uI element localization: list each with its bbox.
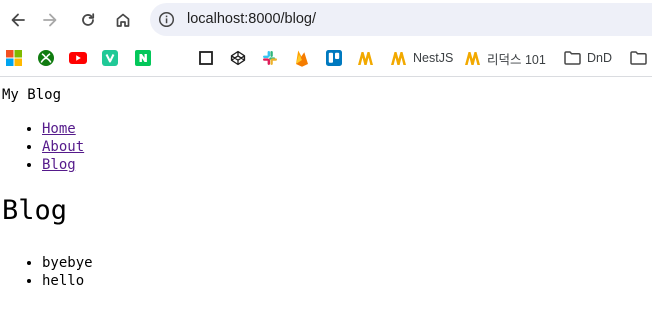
xbox-icon bbox=[38, 50, 54, 66]
bookmark-slack[interactable] bbox=[262, 49, 278, 67]
nav-link-blog[interactable]: Blog bbox=[42, 157, 76, 173]
forward-button[interactable] bbox=[36, 6, 64, 34]
bookmark-v-app[interactable] bbox=[102, 49, 118, 67]
m-logo-icon bbox=[391, 51, 406, 65]
site-title: My Blog bbox=[2, 87, 62, 103]
info-icon[interactable] bbox=[158, 11, 175, 28]
address-bar[interactable]: localhost:8000/blog/ bbox=[150, 3, 652, 36]
list-item: hello bbox=[42, 272, 93, 290]
page-content: My Blog Home About Blog Blog byebye hell… bbox=[0, 78, 652, 329]
nav-item-about: About bbox=[42, 138, 84, 156]
bookmark-m-logo[interactable] bbox=[357, 49, 374, 67]
bookmark-youtube[interactable] bbox=[69, 49, 87, 67]
nav-link-about[interactable]: About bbox=[42, 139, 84, 155]
v-app-icon bbox=[102, 50, 118, 66]
m-logo-icon bbox=[358, 51, 373, 65]
list-item: byebye bbox=[42, 254, 93, 272]
bookmark-label: 리덕스 101 bbox=[487, 52, 546, 67]
codepen-icon bbox=[230, 50, 246, 66]
post-list: byebye hello bbox=[0, 254, 93, 290]
site-nav: Home About Blog bbox=[0, 120, 84, 174]
m-logo-icon bbox=[465, 51, 480, 65]
reload-button[interactable] bbox=[74, 6, 102, 34]
bookmark-firebase[interactable] bbox=[295, 49, 309, 67]
windows-logo-icon bbox=[6, 50, 22, 66]
bookmark-folder[interactable] bbox=[630, 49, 647, 67]
reload-icon bbox=[82, 13, 95, 26]
square-icon bbox=[199, 51, 213, 65]
url-text[interactable]: localhost:8000/blog/ bbox=[187, 11, 316, 27]
back-button[interactable] bbox=[4, 6, 32, 34]
naver-icon bbox=[135, 50, 151, 66]
arrow-left-icon bbox=[11, 13, 25, 27]
bookmark-redux-101[interactable]: 리덕스 101 bbox=[464, 49, 546, 67]
bookmark-trello[interactable] bbox=[326, 49, 342, 67]
bookmarks-bar: NestJS 리덕스 101 DnD bbox=[0, 40, 652, 77]
home-button[interactable] bbox=[109, 6, 137, 34]
trello-icon bbox=[326, 50, 342, 66]
bookmark-codepen[interactable] bbox=[230, 49, 246, 67]
folder-icon bbox=[630, 51, 647, 65]
slack-icon bbox=[263, 51, 277, 65]
bookmark-label: DnD bbox=[587, 51, 613, 65]
home-icon bbox=[116, 13, 130, 27]
nav-item-home: Home bbox=[42, 120, 84, 138]
bookmark-square[interactable] bbox=[199, 49, 213, 67]
youtube-icon bbox=[69, 52, 87, 64]
browser-toolbar: localhost:8000/blog/ bbox=[0, 0, 652, 40]
bookmark-windows[interactable] bbox=[6, 49, 22, 67]
bookmark-naver[interactable] bbox=[135, 49, 151, 67]
arrow-right-icon bbox=[43, 13, 57, 27]
nav-item-blog: Blog bbox=[42, 156, 84, 174]
bookmark-nestjs[interactable]: NestJS bbox=[390, 49, 453, 67]
bookmark-label: NestJS bbox=[413, 51, 454, 65]
bookmark-folder-dnd[interactable]: DnD bbox=[564, 49, 612, 67]
nav-link-home[interactable]: Home bbox=[42, 121, 76, 137]
folder-icon bbox=[564, 51, 581, 65]
page-heading: Blog bbox=[2, 195, 68, 226]
bookmark-xbox[interactable] bbox=[38, 49, 54, 67]
firebase-icon bbox=[296, 50, 308, 67]
